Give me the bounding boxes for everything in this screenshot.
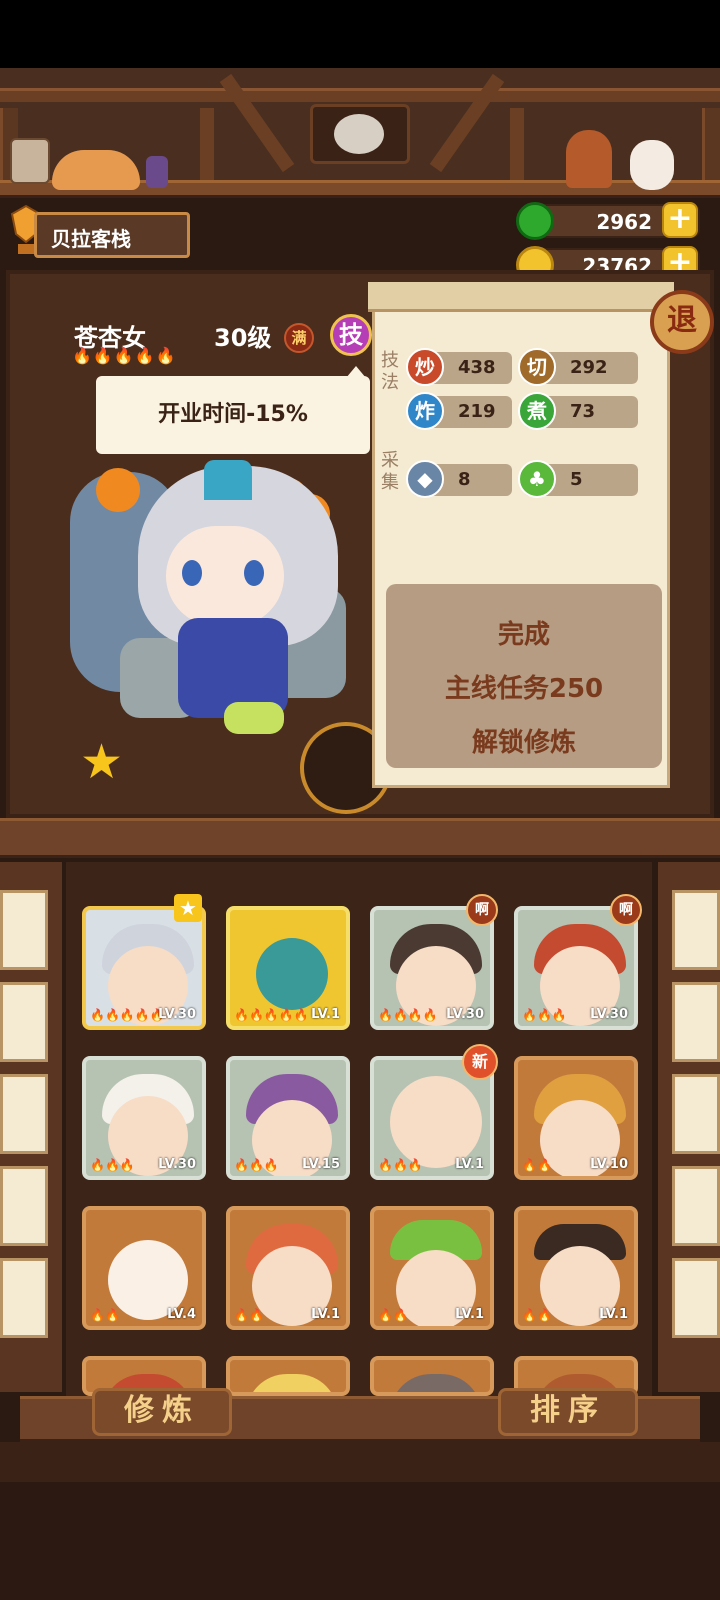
status-badge: 啊 [610, 894, 642, 926]
stir-fry-icon: 炒 [406, 348, 444, 386]
technique-label: 技法 [381, 350, 399, 393]
unlock-line-3: 解锁修炼 [471, 728, 576, 758]
skill-tooltip: 开业时间-15% [96, 376, 370, 454]
favorite-star-icon[interactable]: ★ [80, 734, 123, 790]
roster-card[interactable] [226, 1356, 350, 1396]
skill-button[interactable]: 技 [330, 314, 372, 356]
exit-label: 退 [667, 303, 697, 338]
scroll-roller [368, 282, 674, 312]
cat-decoration [52, 150, 140, 190]
max-badge: 满 [284, 323, 314, 353]
inn-name-plate[interactable]: 贝拉客栈 [34, 212, 190, 258]
roster-card[interactable]: 🔥🔥🔥🔥🔥 LV.30 [82, 906, 206, 1030]
white-cat-decoration [630, 140, 674, 190]
selected-star-icon: ★ [174, 894, 202, 922]
status-badge: 啊 [466, 894, 498, 926]
vegetable-icon: ♣ [518, 460, 556, 498]
panel-divider [0, 818, 720, 858]
sort-button[interactable]: 排序 [498, 1388, 638, 1436]
gather-label: 采集 [381, 450, 399, 493]
jade-icon [516, 202, 554, 240]
lantern-decoration [146, 156, 168, 188]
new-badge: 新 [462, 1044, 498, 1080]
floor [0, 1442, 720, 1482]
roster-card[interactable]: 🔥🔥🔥 LV.15 [226, 1056, 350, 1180]
unlock-line-1: 完成 [497, 620, 550, 650]
boil-icon: 煮 [518, 392, 556, 430]
roster-card[interactable]: 🔥🔥 LV.4 [82, 1206, 206, 1330]
roster-card[interactable]: 🔥🔥🔥🔥🔥 LV.1 [226, 906, 350, 1030]
status-bar-area [0, 0, 720, 68]
cultivate-button[interactable]: 修炼 [92, 1388, 232, 1436]
roster-card[interactable]: 🔥🔥 LV.1 [514, 1206, 638, 1330]
character-level: 30级 [214, 324, 272, 352]
roster-card[interactable]: 🔥🔥🔥 LV.30 [82, 1056, 206, 1180]
unlock-line-2: 主线任务250 [444, 674, 604, 704]
girl-figure-decoration [566, 130, 612, 188]
unlock-cultivation-notice: 完成 主线任务250 解锁修炼 [386, 584, 662, 768]
cut-icon: 切 [518, 348, 556, 386]
paw-sign-decoration [10, 138, 50, 184]
roster-card[interactable] [370, 1356, 494, 1396]
roster-card[interactable]: 🔥🔥 LV.10 [514, 1056, 638, 1180]
exit-button[interactable]: 退 [650, 290, 714, 354]
fry-icon: 炸 [406, 392, 444, 430]
fish-icon: ◆ [406, 460, 444, 498]
roster-card[interactable]: 🔥🔥 LV.1 [226, 1206, 350, 1330]
bottom-area [0, 1482, 720, 1600]
roster-card[interactable]: 🔥🔥 LV.1 [370, 1206, 494, 1330]
rarity-flames: 🔥🔥🔥🔥🔥 [72, 346, 177, 365]
add-jade-button[interactable]: + [662, 202, 698, 238]
